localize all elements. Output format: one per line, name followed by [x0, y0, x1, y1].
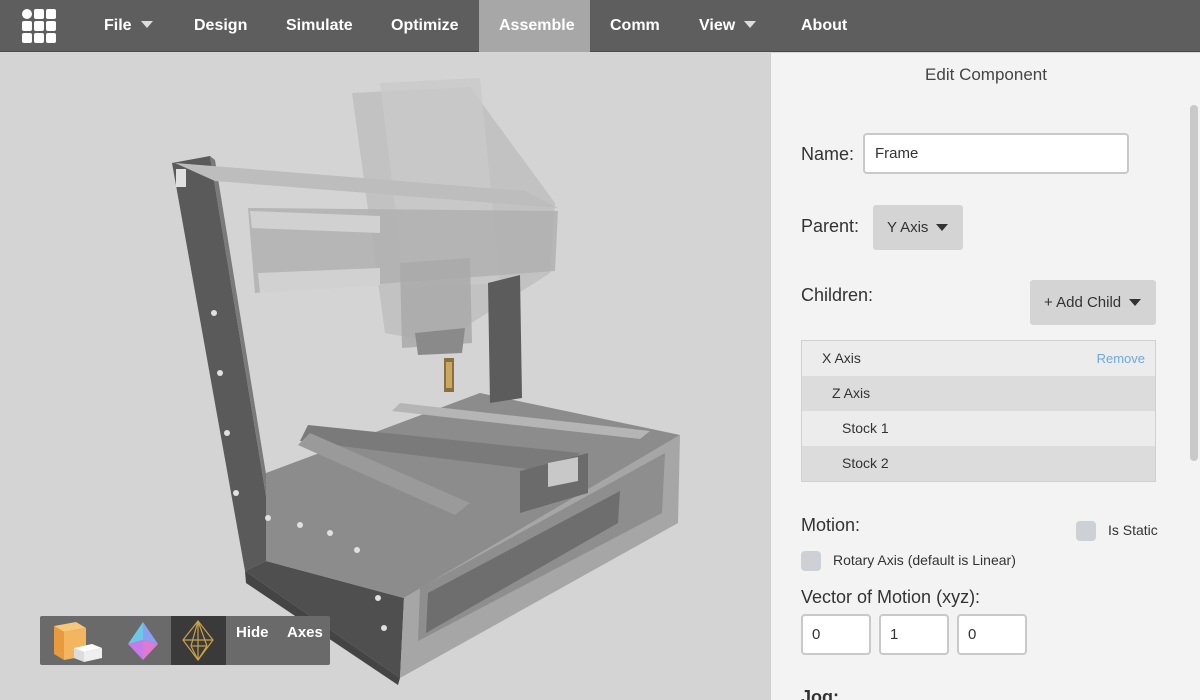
menu-design[interactable]: Design	[174, 0, 267, 52]
scrollbar-thumb[interactable]	[1190, 105, 1198, 461]
menu-assemble[interactable]: Assemble	[479, 0, 590, 52]
children-label: Children:	[801, 285, 874, 305]
menu-simulate[interactable]: Simulate	[266, 0, 373, 52]
menu-design-label: Design	[194, 17, 248, 34]
vector-y-input[interactable]	[879, 614, 949, 655]
list-item-stock-2[interactable]: Stock 2	[802, 446, 1155, 481]
menu-assemble-label: Assemble	[499, 17, 575, 34]
menu-simulate-label: Simulate	[286, 17, 353, 34]
add-child-dropdown[interactable]: + Add Child	[1030, 280, 1156, 325]
menu-view[interactable]: View	[679, 0, 776, 52]
menu-comm-label: Comm	[610, 17, 660, 34]
view-toolbar: Hide Axes	[40, 616, 330, 665]
hide-button[interactable]: Hide	[236, 624, 269, 641]
name-label: Name:	[801, 144, 855, 164]
menu-view-label: View	[699, 17, 736, 34]
menu-optimize[interactable]: Optimize	[371, 0, 479, 52]
rotary-axis-label: Rotary Axis (default is Linear)	[833, 552, 1016, 568]
wireframe-octahedron-icon[interactable]	[171, 616, 226, 665]
jog-label: Jog:	[801, 687, 839, 700]
3d-viewport[interactable]: Hide Axes	[0, 53, 770, 700]
chevron-down-icon	[936, 223, 949, 231]
chevron-down-icon	[140, 21, 153, 29]
box-view-icon[interactable]	[48, 616, 110, 665]
menu-optimize-label: Optimize	[391, 17, 459, 34]
menu-about[interactable]: About	[781, 0, 867, 52]
panel-title: Edit Component	[925, 65, 1047, 84]
vector-motion-label: Vector of Motion (xyz):	[801, 587, 981, 607]
children-list: X Axis Remove Z Axis Stock 1 Stock 2	[801, 340, 1156, 482]
name-input[interactable]	[863, 133, 1129, 174]
menu-comm[interactable]: Comm	[590, 0, 680, 52]
list-item-z-axis[interactable]: Z Axis	[802, 376, 1155, 411]
child-name: Z Axis	[832, 385, 871, 401]
is-static-checkbox[interactable]	[1076, 521, 1096, 541]
vector-z-input[interactable]	[957, 614, 1027, 655]
top-nav-bar: File Design Simulate Optimize Assemble C…	[0, 0, 1200, 52]
chevron-down-icon	[1129, 298, 1142, 306]
motion-label: Motion:	[801, 515, 861, 535]
app-grid-logo-icon[interactable]	[22, 9, 58, 43]
edit-component-panel: Edit Component Name: Parent: Y Axis Chil…	[770, 53, 1200, 700]
cnc-machine-model[interactable]	[0, 53, 770, 700]
parent-dropdown[interactable]: Y Axis	[873, 205, 963, 250]
is-static-label: Is Static	[1108, 522, 1158, 538]
menu-file-label: File	[104, 17, 132, 34]
add-child-label: + Add Child	[1044, 294, 1122, 311]
axes-button[interactable]: Axes	[287, 624, 323, 641]
parent-label: Parent:	[801, 216, 860, 236]
menu-file[interactable]: File	[84, 0, 173, 52]
child-name: Stock 2	[842, 455, 889, 471]
remove-child-button[interactable]: Remove	[1097, 341, 1145, 376]
list-item-x-axis[interactable]: X Axis Remove	[802, 341, 1155, 376]
child-name: Stock 1	[842, 420, 889, 436]
vector-x-input[interactable]	[801, 614, 871, 655]
rotary-axis-checkbox[interactable]	[801, 551, 821, 571]
chevron-down-icon	[744, 21, 757, 29]
octahedron-icon[interactable]	[118, 616, 168, 665]
list-item-stock-1[interactable]: Stock 1	[802, 411, 1155, 446]
child-name: X Axis	[822, 350, 861, 366]
parent-value: Y Axis	[887, 219, 929, 236]
menu-about-label: About	[801, 17, 848, 34]
